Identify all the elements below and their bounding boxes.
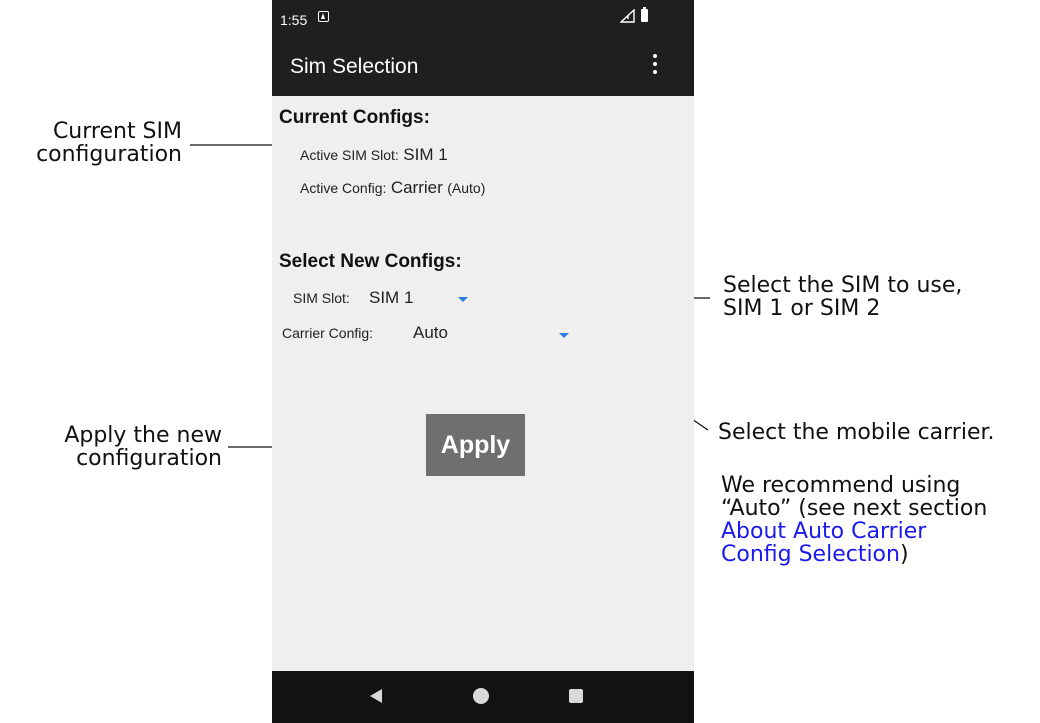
active-sim-slot-row: Active SIM Slot: SIM 1: [300, 145, 448, 165]
carrier-config-spinner[interactable]: Auto: [413, 321, 573, 347]
active-sim-slot-value: SIM 1: [403, 145, 448, 164]
sim-slot-label-text: SIM Slot:: [293, 290, 350, 306]
active-config-note: (Auto): [447, 180, 486, 196]
callout-select-sim-line1: Select the SIM to use,: [723, 273, 963, 298]
callout-apply-line1: Apply the new: [64, 423, 222, 448]
callout-recommend: We recommend using “Auto” (see next sect…: [721, 474, 987, 566]
callout-recommend-line2: “Auto” (see next section: [721, 496, 988, 521]
recents-icon[interactable]: [569, 689, 583, 703]
phone-screen: 1:55 Sim Selection Current Configs: Acti…: [272, 0, 694, 723]
callout-current-sim: Current SIM configuration: [0, 120, 182, 166]
callout-apply: Apply the new configuration: [0, 424, 222, 470]
current-configs-heading: Current Configs:: [279, 107, 430, 128]
select-new-configs-heading: Select New Configs:: [279, 251, 462, 272]
callout-select-sim: Select the SIM to use, SIM 1 or SIM 2: [723, 274, 962, 320]
active-config-label: Active Config:: [300, 180, 387, 196]
home-icon[interactable]: [473, 688, 489, 704]
sim-slot-label: SIM Slot:: [293, 290, 350, 308]
status-time: 1:55: [280, 12, 308, 28]
callout-link-line2[interactable]: Config Selection: [721, 542, 900, 567]
active-config-value: Carrier: [390, 178, 443, 197]
callout-current-sim-line2: configuration: [36, 142, 182, 167]
status-bar: 1:55: [272, 0, 694, 38]
callout-link-line1[interactable]: About Auto Carrier: [721, 520, 987, 543]
battery-icon: [641, 7, 648, 22]
carrier-config-label: Carrier Config:: [282, 325, 373, 343]
dropdown-arrow-icon: [559, 333, 569, 338]
notification-icon: [318, 11, 329, 22]
callout-apply-line2: configuration: [76, 446, 222, 471]
active-config-row: Active Config: Carrier (Auto): [300, 178, 485, 198]
dropdown-arrow-icon: [458, 297, 468, 302]
callout-link-line2-wrap: Config Selection): [721, 543, 987, 566]
app-bar: Sim Selection: [272, 38, 694, 96]
navigation-bar: [272, 671, 694, 723]
back-icon[interactable]: [370, 689, 382, 703]
callout-recommend-line1: We recommend using: [721, 473, 961, 498]
sim-slot-spinner[interactable]: SIM 1: [369, 286, 474, 312]
callout-select-carrier: Select the mobile carrier.: [718, 420, 995, 445]
carrier-config-label-text: Carrier Config:: [282, 325, 374, 341]
app-title: Sim Selection: [290, 55, 419, 78]
active-sim-slot-label: Active SIM Slot:: [300, 147, 399, 163]
signal-icon: [620, 9, 635, 23]
carrier-config-value: Auto: [413, 323, 448, 342]
apply-button[interactable]: Apply: [426, 414, 525, 476]
callout-link-suffix: ): [899, 542, 909, 567]
sim-slot-value: SIM 1: [369, 288, 414, 307]
callout-select-sim-line2: SIM 1 or SIM 2: [723, 296, 881, 321]
callout-current-sim-line1: Current SIM: [52, 119, 182, 144]
overflow-menu-icon[interactable]: [650, 54, 660, 78]
